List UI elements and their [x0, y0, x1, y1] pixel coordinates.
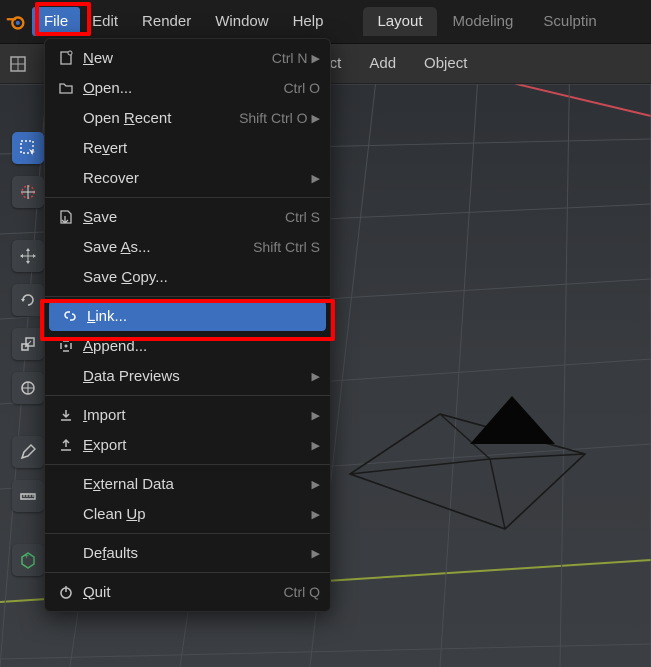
blender-logo-icon: [4, 10, 28, 34]
save-icon: [55, 209, 77, 225]
menu-help[interactable]: Help: [281, 7, 336, 36]
tool-select-box[interactable]: [12, 132, 44, 164]
menu-item-label: Save: [83, 209, 285, 226]
menu-item-shortcut: Ctrl Q: [283, 584, 320, 600]
menu-item-shortcut: Ctrl O: [283, 80, 320, 96]
menu-item-clean-up[interactable]: Clean Up ▶: [45, 499, 330, 529]
menu-item-open[interactable]: Open... Ctrl O: [45, 73, 330, 103]
submenu-arrow-icon: ▶: [312, 370, 320, 383]
menu-item-label: Quit: [83, 584, 283, 601]
header-add[interactable]: Add: [369, 55, 396, 72]
menu-item-label: Defaults: [83, 545, 312, 562]
menu-item-new[interactable]: New Ctrl N ▶: [45, 43, 330, 73]
menu-item-quit[interactable]: Quit Ctrl Q: [45, 577, 330, 607]
workspace-tab-layout[interactable]: Layout: [363, 7, 436, 36]
menu-separator: [45, 572, 330, 573]
tool-move[interactable]: [12, 240, 44, 272]
menu-item-export[interactable]: Export ▶: [45, 430, 330, 460]
menu-item-defaults[interactable]: Defaults ▶: [45, 538, 330, 568]
menu-item-recover[interactable]: Recover ▶: [45, 163, 330, 193]
menu-item-revert[interactable]: Revert: [45, 133, 330, 163]
submenu-arrow-icon: ▶: [312, 409, 320, 422]
menu-file[interactable]: File: [32, 7, 80, 36]
submenu-arrow-icon: ▶: [312, 112, 320, 125]
submenu-arrow-icon: ▶: [312, 439, 320, 452]
menu-item-label: External Data: [83, 476, 312, 493]
menu-item-link[interactable]: Link...: [49, 301, 326, 331]
menu-window[interactable]: Window: [203, 7, 280, 36]
menu-separator: [45, 533, 330, 534]
submenu-arrow-icon: ▶: [312, 52, 320, 65]
tool-rotate[interactable]: [12, 284, 44, 316]
menu-item-label: Save Copy...: [83, 269, 320, 286]
menu-separator: [45, 464, 330, 465]
pivot-icon[interactable]: [8, 54, 28, 74]
menu-item-label: Export: [83, 437, 312, 454]
menu-item-append[interactable]: Append...: [45, 331, 330, 361]
export-icon: [55, 437, 77, 453]
menu-separator: [45, 296, 330, 297]
menu-item-shortcut: Ctrl N: [272, 50, 308, 66]
menu-item-label: Append...: [83, 338, 320, 355]
workspace-tab-sculpting[interactable]: Sculptin: [529, 7, 610, 36]
menu-render[interactable]: Render: [130, 7, 203, 36]
power-icon: [55, 584, 77, 600]
new-file-icon: [55, 50, 77, 66]
menu-item-label: Revert: [83, 140, 320, 157]
file-menu-dropdown: New Ctrl N ▶ Open... Ctrl O Open Recent …: [44, 38, 331, 612]
menu-item-external-data[interactable]: External Data ▶: [45, 469, 330, 499]
tool-measure[interactable]: [12, 480, 44, 512]
menu-item-save[interactable]: Save Ctrl S: [45, 202, 330, 232]
menu-item-label: Link...: [87, 308, 316, 325]
import-icon: [55, 407, 77, 423]
menu-item-label: Data Previews: [83, 368, 312, 385]
submenu-arrow-icon: ▶: [312, 478, 320, 491]
menu-item-label: Clean Up: [83, 506, 312, 523]
menu-item-label: Open...: [83, 80, 283, 97]
menu-separator: [45, 197, 330, 198]
menu-item-save-copy[interactable]: Save Copy...: [45, 262, 330, 292]
append-icon: [55, 338, 77, 354]
menu-item-import[interactable]: Import ▶: [45, 400, 330, 430]
header-object[interactable]: Object: [424, 55, 467, 72]
menu-item-label: Import: [83, 407, 312, 424]
menu-item-open-recent[interactable]: Open Recent Shift Ctrl O ▶: [45, 103, 330, 133]
svg-text:+: +: [24, 551, 29, 561]
tool-transform[interactable]: [12, 372, 44, 404]
menu-item-data-previews[interactable]: Data Previews ▶: [45, 361, 330, 391]
tool-cursor[interactable]: [12, 176, 44, 208]
workspace-tab-modeling[interactable]: Modeling: [439, 7, 528, 36]
tool-scale[interactable]: [12, 328, 44, 360]
menu-item-label: New: [83, 50, 272, 67]
submenu-arrow-icon: ▶: [312, 172, 320, 185]
menu-item-shortcut: Shift Ctrl S: [253, 239, 320, 255]
menu-edit[interactable]: Edit: [80, 7, 130, 36]
tool-annotate[interactable]: [12, 436, 44, 468]
menu-item-label: Open Recent: [83, 110, 239, 127]
link-icon: [59, 308, 81, 324]
menu-item-shortcut: Shift Ctrl O: [239, 110, 307, 126]
menu-item-shortcut: Ctrl S: [285, 209, 320, 225]
folder-icon: [55, 80, 77, 96]
submenu-arrow-icon: ▶: [312, 547, 320, 560]
left-toolbar: +: [12, 132, 44, 576]
menu-item-label: Save As...: [83, 239, 253, 256]
tool-add-primitive[interactable]: +: [12, 544, 44, 576]
submenu-arrow-icon: ▶: [312, 508, 320, 521]
menu-item-save-as[interactable]: Save As... Shift Ctrl S: [45, 232, 330, 262]
menu-item-label: Recover: [83, 170, 312, 187]
menu-separator: [45, 395, 330, 396]
